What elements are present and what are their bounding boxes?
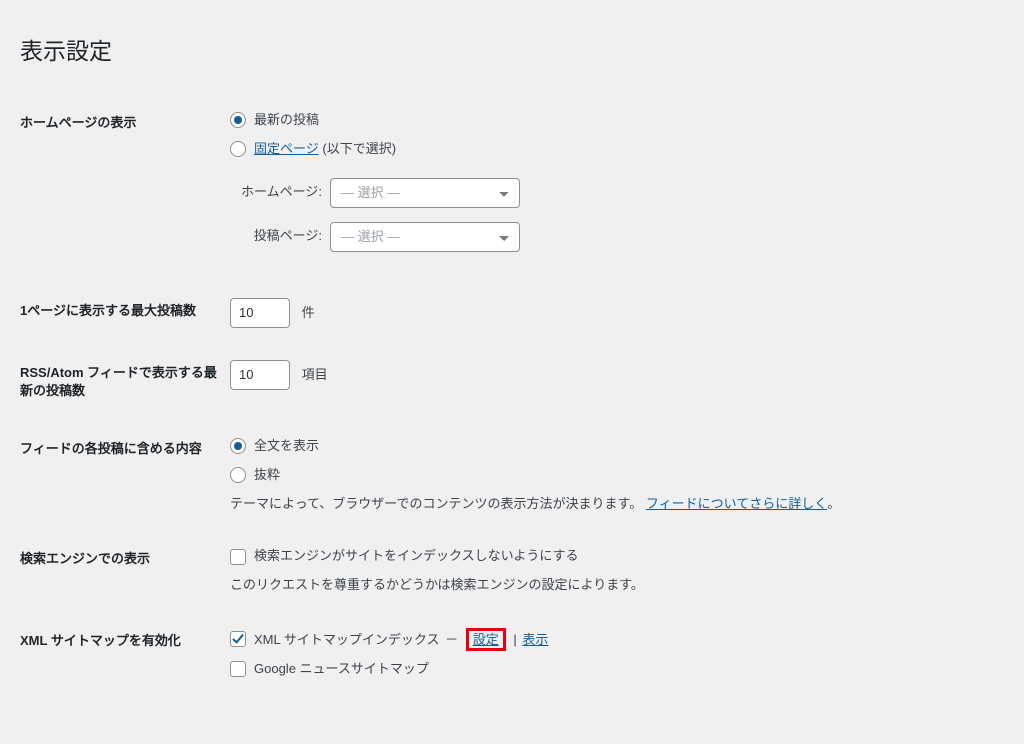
static-page-selects: ホームページ: — 選択 — 投稿ページ: — 選択 — [230,178,970,252]
radio-label-full-text: 全文を表示 [254,436,319,457]
xml-sitemap-index-text: XML サイトマップインデックス [254,632,439,647]
radio-label-latest-posts: 最新の投稿 [254,110,319,131]
section-label-rss-posts: RSS/Atom フィードで表示する最新の投稿数 [20,344,230,420]
posts-page-select[interactable]: — 選択 — [330,222,520,252]
radio-row-full-text[interactable]: 全文を表示 [230,436,970,457]
section-label-homepage: ホームページの表示 [20,94,230,282]
radio-full-text[interactable] [230,438,246,454]
check-row-google-news-sitemap[interactable]: Google ニュースサイトマップ [230,659,970,680]
page-title: 表示設定 [20,32,980,66]
section-label-posts-per-page: 1ページに表示する最大投稿数 [20,282,230,344]
xml-sitemap-dash: － [445,632,458,647]
static-page-suffix: (以下で選択) [322,141,396,156]
search-visibility-note: このリクエストを尊重するかどうかは検索エンジンの設定によります。 [230,575,970,596]
settings-form-table: ホームページの表示 最新の投稿 固定ページ (以下で選択) [20,94,980,704]
rss-posts-unit: 項目 [302,367,328,382]
xml-sitemap-settings-highlight: 設定 [466,628,506,651]
radio-static-page[interactable] [230,141,246,157]
checkbox-label-discourage-indexing: 検索エンジンがサイトをインデックスしないようにする [254,546,578,567]
posts-page-select-label: 投稿ページ: [230,226,330,247]
checkbox-label-google-news-sitemap: Google ニュースサイトマップ [254,659,429,680]
section-label-xml-sitemap: XML サイトマップを有効化 [20,612,230,704]
check-row-xml-sitemap-index[interactable]: XML サイトマップインデックス － 設定 | 表示 [230,628,970,651]
radio-row-static-page[interactable]: 固定ページ (以下で選択) [230,139,970,160]
static-page-link[interactable]: 固定ページ [254,141,319,156]
posts-per-page-input[interactable] [230,298,290,328]
feed-content-note: テーマによって、ブラウザーでのコンテンツの表示方法が決まります。 フィードについ… [230,494,970,515]
feed-note-prefix: テーマによって、ブラウザーでのコンテンツの表示方法が決まります。 [230,496,642,511]
feed-note-link[interactable]: フィードについてさらに詳しく [646,496,827,511]
check-row-discourage-indexing[interactable]: 検索エンジンがサイトをインデックスしないようにする [230,546,970,567]
radio-row-excerpt[interactable]: 抜粋 [230,465,970,486]
feed-note-period: 。 [827,496,840,511]
section-label-feed-content: フィードの各投稿に含める内容 [20,420,230,530]
rss-posts-input[interactable] [230,360,290,390]
radio-label-excerpt: 抜粋 [254,465,280,486]
xml-sitemap-settings-link[interactable]: 設定 [473,632,499,647]
xml-sitemap-pipe: | [513,632,516,647]
checkbox-google-news-sitemap[interactable] [230,661,246,677]
radio-label-static-page: 固定ページ (以下で選択) [254,139,396,160]
section-label-search-visibility: 検索エンジンでの表示 [20,530,230,612]
radio-latest-posts[interactable] [230,112,246,128]
xml-sitemap-view-link[interactable]: 表示 [522,632,548,647]
checkbox-discourage-indexing[interactable] [230,549,246,565]
homepage-select-label: ホームページ: [230,182,330,203]
radio-row-latest-posts[interactable]: 最新の投稿 [230,110,970,131]
posts-per-page-unit: 件 [302,305,315,320]
radio-excerpt[interactable] [230,467,246,483]
homepage-select[interactable]: — 選択 — [330,178,520,208]
checkbox-label-xml-sitemap-index: XML サイトマップインデックス － 設定 | 表示 [254,628,548,651]
checkbox-xml-sitemap-index[interactable] [230,631,246,647]
